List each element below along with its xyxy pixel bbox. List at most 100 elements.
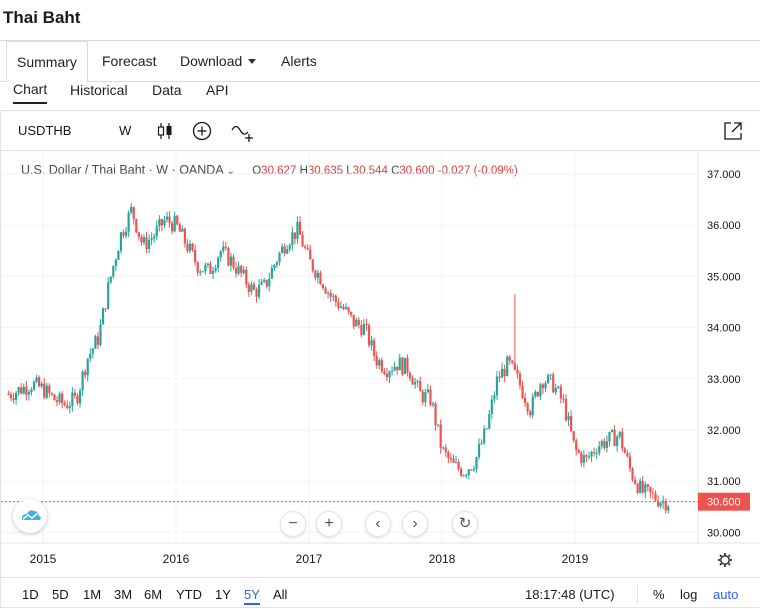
candle-body [598, 446, 601, 454]
candle-body [191, 243, 194, 250]
candle-body [490, 399, 493, 414]
tab-alerts[interactable]: Alerts [281, 41, 317, 82]
candle-body [163, 219, 166, 226]
candle-body [20, 387, 23, 394]
candle-body [564, 398, 568, 421]
candle-body [631, 468, 634, 480]
auto-toggle[interactable]: auto [713, 587, 738, 602]
subtab-historical[interactable]: Historical [70, 83, 128, 97]
candle-body [9, 394, 13, 399]
tab-download[interactable]: Download [180, 41, 257, 82]
candle-body [608, 431, 611, 442]
gear-icon[interactable] [718, 553, 732, 567]
candle-body [263, 279, 266, 282]
compare-icon[interactable] [230, 120, 256, 142]
candle-body [437, 424, 440, 426]
candle-body [17, 387, 20, 393]
candle-body [201, 271, 204, 273]
candle-body [268, 278, 271, 287]
subtab-historical-label: Historical [70, 82, 128, 98]
candle-body [590, 451, 593, 457]
candle-body [388, 371, 391, 378]
candle-body [260, 281, 263, 285]
candle-body [355, 319, 358, 327]
candle-body [298, 221, 302, 235]
time-tick-label: 2017 [296, 552, 323, 566]
interval-button[interactable]: W [119, 123, 131, 138]
cloud-logo-icon [21, 510, 41, 520]
candle-body [626, 453, 629, 457]
scroll-left-button[interactable]: ‹ [365, 511, 391, 537]
candle-body [78, 390, 82, 404]
candle-body [71, 392, 74, 407]
candle-body [352, 314, 355, 327]
candle-body [186, 243, 189, 252]
candles-icon[interactable] [154, 120, 176, 142]
popout-icon[interactable] [722, 120, 744, 142]
range-all[interactable]: All [273, 587, 287, 602]
symbol-search-button[interactable]: USDTHB [18, 123, 71, 138]
range-1d[interactable]: 1D [22, 587, 39, 602]
candle-body [130, 207, 133, 213]
candle-body [424, 392, 427, 403]
zoom-in-button[interactable]: + [316, 511, 342, 537]
range-ytd[interactable]: YTD [176, 587, 202, 602]
candle-body [567, 415, 570, 421]
price-axis[interactable]: 37.000 36.000 35.000 34.000 33.000 32.000 31.0… [707, 169, 741, 539]
subtab-api[interactable]: API [206, 83, 229, 97]
percent-toggle[interactable]: % [653, 587, 665, 602]
price-tick-label: 30.000 [707, 527, 741, 539]
reset-chart-button[interactable]: ↻ [452, 511, 478, 537]
range-5d[interactable]: 5D [52, 587, 69, 602]
candle-body [327, 292, 330, 294]
range-bar: 1D 5D 1M 3M 6M YTD 1Y 5Y All 18:17:48 (U… [1, 577, 760, 609]
candle-body [470, 469, 473, 471]
range-3m[interactable]: 3M [114, 587, 132, 602]
range-1y[interactable]: 1Y [215, 587, 231, 602]
zoom-out-button[interactable]: − [280, 511, 306, 537]
subtab-chart[interactable]: Chart [13, 82, 48, 104]
server-time[interactable]: 18:17:48 (UTC) [525, 587, 615, 602]
candle-body [245, 269, 248, 285]
candle-body [68, 406, 71, 409]
candle-body [35, 377, 38, 382]
tradingview-logo[interactable] [13, 499, 47, 533]
range-5y[interactable]: 5Y [244, 587, 260, 605]
candle-body [94, 336, 97, 349]
candle-body [332, 295, 335, 297]
candle-body [293, 232, 296, 240]
scroll-right-button[interactable]: › [402, 511, 428, 537]
candle-body [50, 393, 54, 395]
tab-forecast[interactable]: Forecast [102, 41, 156, 82]
candle-body [286, 249, 289, 254]
candle-body [633, 479, 637, 484]
candle-body [140, 236, 143, 243]
candle-body [27, 392, 30, 395]
candle-body [232, 256, 235, 268]
subtab-data[interactable]: Data [152, 83, 182, 97]
log-toggle[interactable]: log [680, 587, 697, 602]
candle-body [91, 348, 94, 354]
candle-body [14, 392, 18, 400]
price-tick-label: 33.000 [707, 374, 741, 386]
candle-body [516, 369, 519, 374]
candle-body [314, 270, 317, 278]
candle-body [122, 232, 125, 236]
add-indicator-icon[interactable] [191, 120, 213, 142]
candle-body [667, 506, 670, 511]
candle-body [621, 431, 624, 449]
candle-body [99, 324, 102, 345]
candle-body [309, 249, 312, 260]
page-title: Thai Baht [3, 8, 81, 27]
candle-body [114, 259, 117, 266]
time-axis[interactable]: 2015 2016 2017 2018 2019 [30, 552, 589, 566]
candlestick-series [7, 203, 670, 514]
range-6m[interactable]: 6M [144, 587, 162, 602]
range-1m[interactable]: 1M [83, 587, 101, 602]
price-tick-label: 31.000 [707, 476, 741, 488]
candle-body [536, 391, 539, 397]
candle-body [603, 441, 606, 448]
candle-body [117, 251, 120, 260]
candle-body [7, 394, 10, 396]
tab-summary[interactable]: Summary [6, 41, 88, 83]
